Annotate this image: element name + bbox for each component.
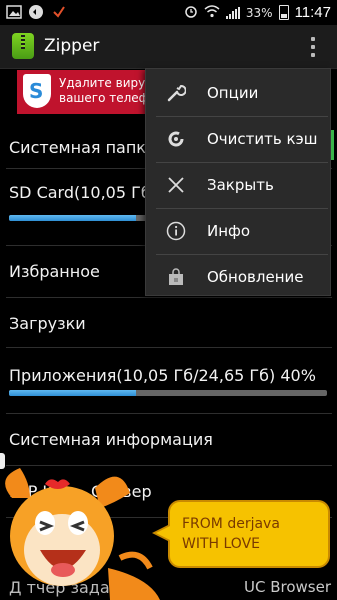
uc-squirrel-mascot-image <box>0 458 160 600</box>
list-item-label: Системная информация <box>9 430 213 449</box>
checkmark-notification-icon <box>52 4 66 20</box>
progress-fill <box>9 215 137 221</box>
list-item-label: SD Card(10,05 Гб/ <box>9 183 157 202</box>
menu-item-label: Закрыть <box>207 176 274 194</box>
action-bar: Zipper <box>0 25 337 69</box>
menu-item-close[interactable]: Закрыть <box>146 163 330 208</box>
menu-item-label: Инфо <box>207 222 251 240</box>
speech-bubble-line-2: WITH LOVE <box>182 536 260 552</box>
clock: 11:47 <box>294 4 331 21</box>
scroll-accent-indicator <box>331 130 334 160</box>
menu-item-label: Очистить кэш <box>207 130 318 148</box>
close-icon <box>166 175 186 195</box>
app-title: Zipper <box>44 36 100 56</box>
chat-notification-icon <box>28 4 44 20</box>
speech-bubble-text: FROM derjava WITH LOVE <box>182 514 280 554</box>
menu-item-update[interactable]: Обновление <box>146 255 330 300</box>
menu-item-info[interactable]: Инфо <box>146 209 330 254</box>
applications-progress-bar <box>9 390 327 396</box>
battery-icon <box>278 5 289 20</box>
shopping-bag-icon <box>166 267 186 287</box>
progress-fill <box>9 390 137 396</box>
speech-bubble-line-1: FROM derjava <box>182 516 280 532</box>
speech-bubble: FROM derjava WITH LOVE <box>168 500 330 568</box>
list-item-label: Системная папка <box>9 138 156 157</box>
ad-banner[interactable]: Удалите виру вашего телеф <box>17 70 157 114</box>
signal-icon <box>225 6 240 19</box>
list-item-label: Избранное <box>9 262 100 281</box>
ad-text: Удалите виру вашего телеф <box>59 76 149 106</box>
menu-item-options[interactable]: Опции <box>146 71 330 116</box>
overflow-menu-icon[interactable] <box>311 37 317 57</box>
antivirus-shield-icon <box>23 74 51 108</box>
zipper-app-icon[interactable] <box>12 33 34 59</box>
overflow-dropdown-menu: Опции Очистить кэш Закрыть Инфо Обновлен… <box>145 68 331 296</box>
ad-line-2: вашего телеф <box>59 91 149 105</box>
gallery-notification-icon <box>6 4 22 20</box>
wifi-icon <box>204 4 220 21</box>
menu-item-clear-cache[interactable]: Очистить кэш <box>146 117 330 162</box>
info-icon <box>166 221 186 241</box>
refresh-icon <box>166 129 186 149</box>
uc-browser-watermark: UC Browser <box>243 578 331 596</box>
list-item-applications[interactable]: Приложения(10,05 Гб/24,65 Гб) 40% <box>0 348 337 416</box>
speech-bubble-tail-inner <box>156 526 170 540</box>
list-item-label: Загрузки <box>9 314 86 333</box>
ad-line-1: Удалите виру <box>59 76 146 90</box>
list-item-downloads[interactable]: Загрузки <box>0 298 337 348</box>
menu-item-label: Опции <box>207 84 259 102</box>
menu-item-label: Обновление <box>207 268 304 286</box>
alarm-icon <box>184 4 198 21</box>
status-bar: 33% 11:47 <box>0 0 337 25</box>
list-item-label: Приложения(10,05 Гб/24,65 Гб) 40% <box>9 366 316 385</box>
battery-percent: 33% <box>245 5 273 20</box>
wrench-icon <box>166 83 187 103</box>
